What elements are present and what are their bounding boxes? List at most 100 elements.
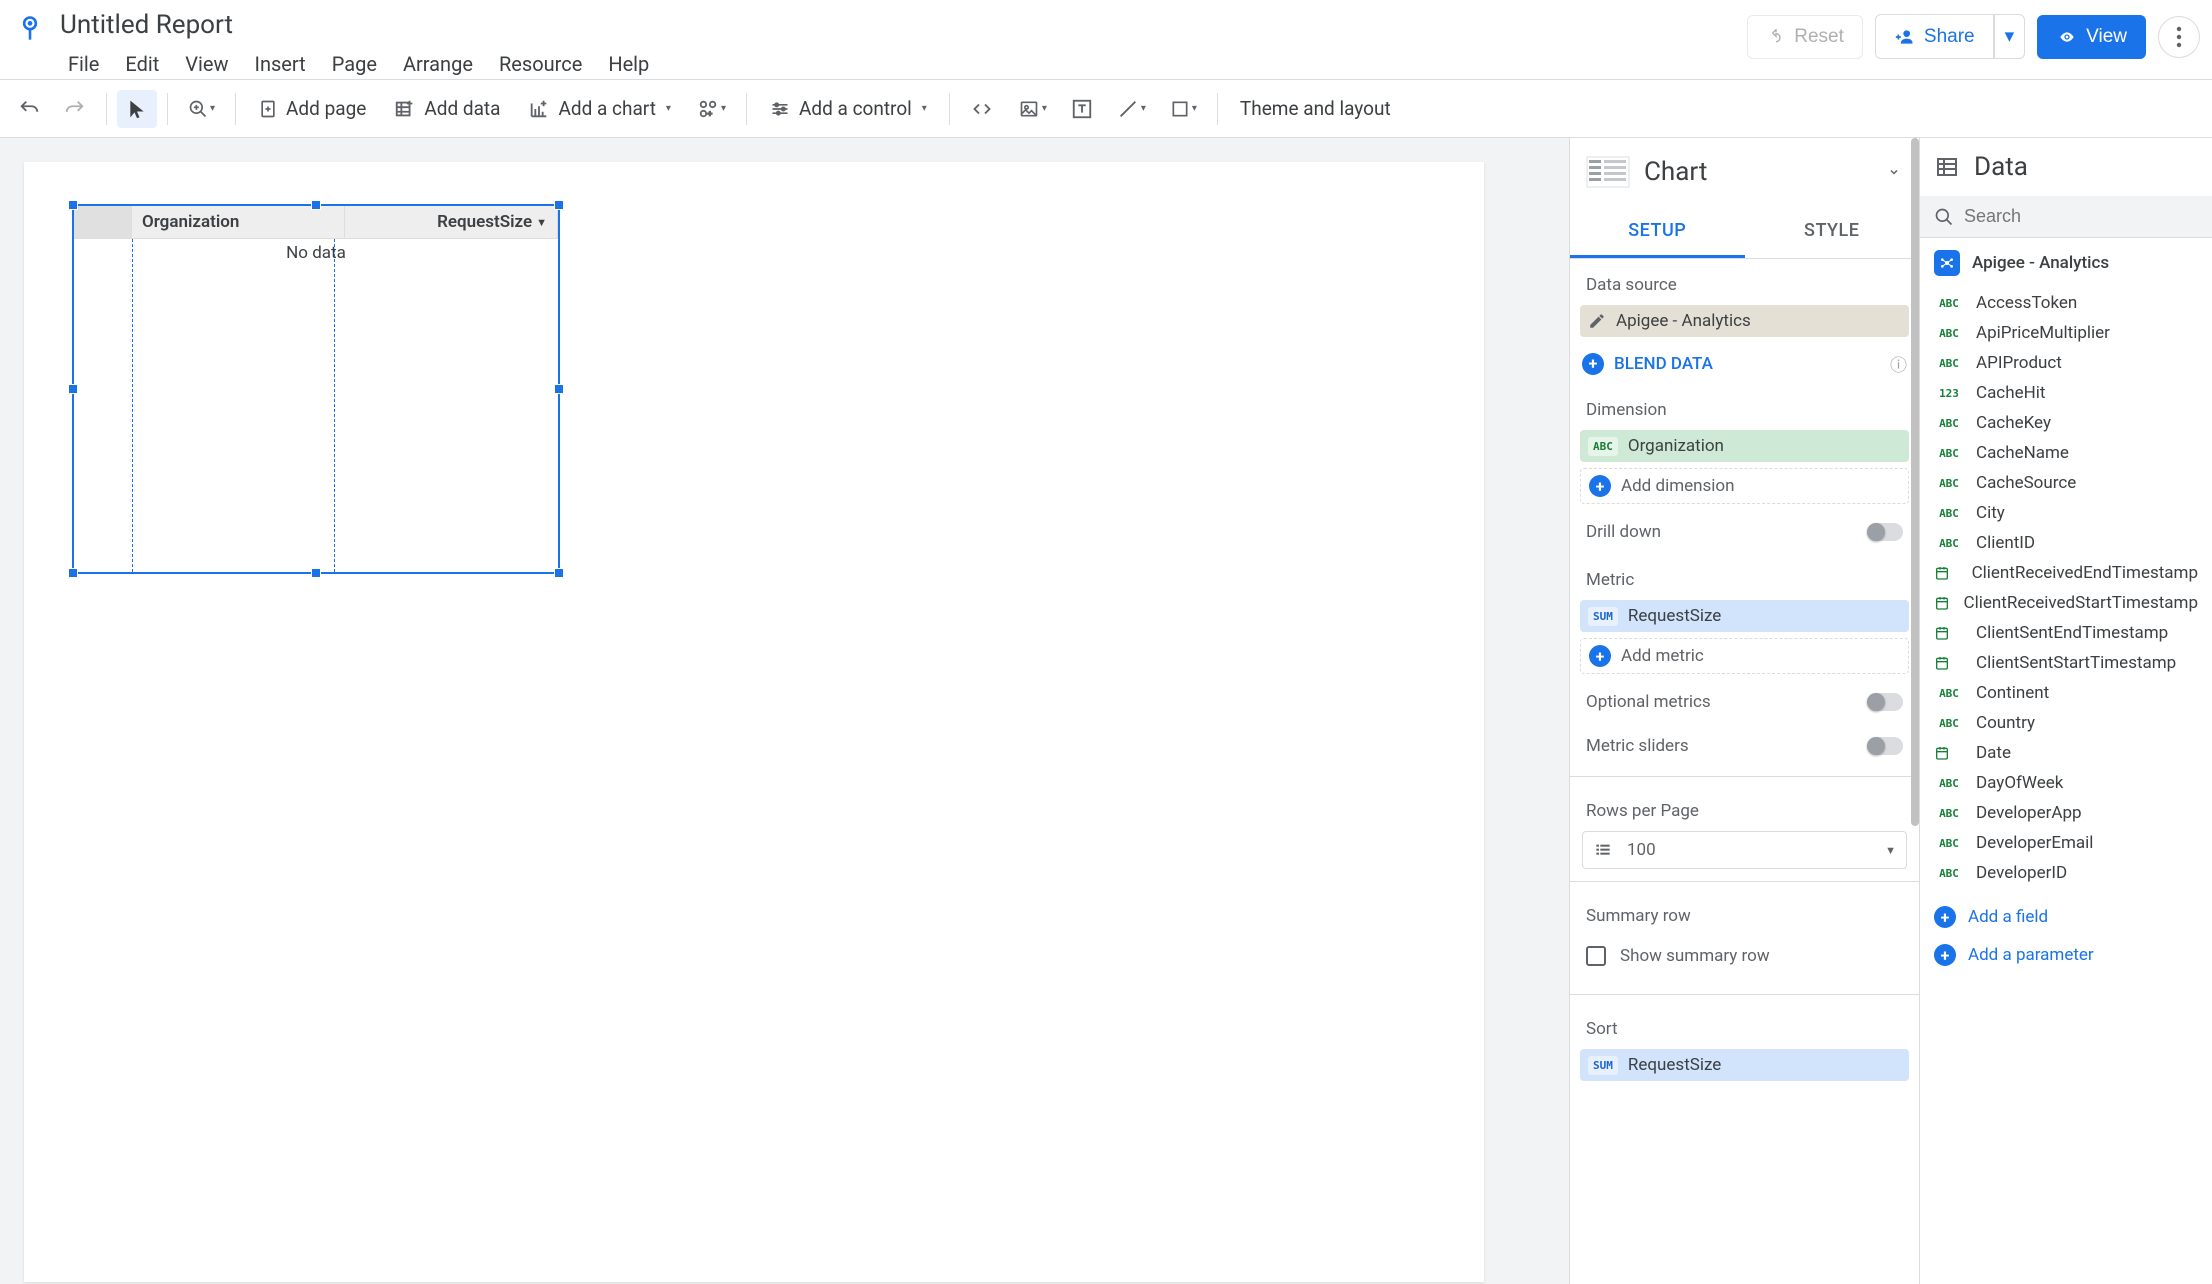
field-name: CacheName <box>1976 443 2069 463</box>
table-dimension-header[interactable]: Organization <box>132 206 345 239</box>
table-header: Organization RequestSize ▼ <box>74 206 558 239</box>
search-input[interactable] <box>1964 206 2198 227</box>
redo-button[interactable] <box>54 90 96 128</box>
optional-metrics-toggle[interactable] <box>1867 693 1903 711</box>
image-button[interactable]: ▾ <box>1008 91 1057 127</box>
field-row[interactable]: ClientReceivedEndTimestamp <box>1920 558 2212 588</box>
field-search[interactable] <box>1920 196 2212 238</box>
report-title[interactable]: Untitled Report <box>56 8 1747 42</box>
menu-view[interactable]: View <box>173 46 240 82</box>
field-row[interactable]: ABCCacheSource <box>1920 468 2212 498</box>
text-type-badge: ABC <box>1934 867 1964 880</box>
menu-help[interactable]: Help <box>596 46 661 82</box>
tab-setup[interactable]: SETUP <box>1570 206 1745 258</box>
resize-handle[interactable] <box>311 200 321 210</box>
more-options-button[interactable] <box>2158 16 2200 58</box>
field-row[interactable]: ABCContinent <box>1920 678 2212 708</box>
zoom-tool[interactable]: ▾ <box>178 91 225 127</box>
add-page-button[interactable]: Add page <box>246 89 378 129</box>
summary-row-label: Summary row <box>1570 890 1919 936</box>
field-row[interactable]: ABCAccessToken <box>1920 288 2212 318</box>
field-row[interactable]: ABCAPIProduct <box>1920 348 2212 378</box>
undo-arrow-icon <box>1766 29 1786 45</box>
add-dimension-button[interactable]: + Add dimension <box>1580 468 1909 504</box>
field-row[interactable]: ABCDeveloperApp <box>1920 798 2212 828</box>
shape-button[interactable]: ▾ <box>1160 91 1207 127</box>
blend-data-button[interactable]: + BLEND DATA ⓘ <box>1570 343 1919 384</box>
text-type-badge: ABC <box>1934 447 1964 460</box>
data-source-row[interactable]: Apigee - Analytics <box>1920 238 2212 288</box>
menu-insert[interactable]: Insert <box>243 46 318 82</box>
add-metric-button[interactable]: + Add metric <box>1580 638 1909 674</box>
text-button[interactable] <box>1061 90 1103 128</box>
text-type-badge: ABC <box>1934 327 1964 340</box>
field-name: ClientSentStartTimestamp <box>1976 653 2176 673</box>
menu-resource[interactable]: Resource <box>487 46 594 82</box>
selection-tool[interactable] <box>117 90 157 128</box>
reset-button[interactable]: Reset <box>1747 15 1863 59</box>
info-icon[interactable]: ⓘ <box>1890 351 1907 376</box>
tab-style[interactable]: STYLE <box>1745 206 1920 258</box>
data-source-chip[interactable]: Apigee - Analytics <box>1580 305 1909 337</box>
dimension-chip[interactable]: ABC Organization <box>1580 430 1909 462</box>
sort-desc-icon: ▼ <box>536 216 547 229</box>
resize-handle[interactable] <box>68 200 78 210</box>
theme-layout-button[interactable]: Theme and layout <box>1228 89 1403 128</box>
field-row[interactable]: Date <box>1920 738 2212 768</box>
field-row[interactable]: ABCClientID <box>1920 528 2212 558</box>
checkbox[interactable] <box>1586 946 1606 966</box>
table-metric-header[interactable]: RequestSize ▼ <box>345 206 558 239</box>
share-button[interactable]: Share <box>1875 14 1994 59</box>
embed-button[interactable] <box>960 92 1004 126</box>
add-chart-button[interactable]: Add a chart ▾ <box>516 89 682 128</box>
add-field-button[interactable]: + Add a field <box>1920 898 2212 936</box>
field-row[interactable]: ABC CacheName <box>1920 438 2212 468</box>
menu-file[interactable]: File <box>56 46 111 82</box>
field-row[interactable]: ABCCountry <box>1920 708 2212 738</box>
field-row[interactable]: ClientSentEndTimestamp <box>1920 618 2212 648</box>
field-row[interactable]: ABCDeveloperID <box>1920 858 2212 888</box>
sort-chip[interactable]: SUM RequestSize <box>1580 1049 1909 1081</box>
resize-handle[interactable] <box>554 200 564 210</box>
toolbar: ▾ Add page Add data Add a chart ▾ ▾ Add … <box>0 80 2212 138</box>
drill-down-toggle[interactable] <box>1867 523 1903 541</box>
metric-chip[interactable]: SUM RequestSize <box>1580 600 1909 632</box>
add-data-button[interactable]: Add data <box>382 89 512 128</box>
field-row[interactable]: ABCCity <box>1920 498 2212 528</box>
data-panel-title: Data <box>1974 152 2198 182</box>
menu-edit[interactable]: Edit <box>113 46 171 82</box>
field-name: Date <box>1976 743 2011 763</box>
chart-panel-header[interactable]: Chart <box>1570 138 1919 206</box>
canvas-area[interactable]: Organization RequestSize ▼ No data <box>0 138 1569 1284</box>
line-button[interactable]: ▾ <box>1107 90 1156 128</box>
field-row[interactable]: ABCDayOfWeek <box>1920 768 2212 798</box>
plus-circle-icon: + <box>1589 645 1611 667</box>
data-source-icon <box>1934 250 1960 276</box>
field-row[interactable]: ABCCacheKey <box>1920 408 2212 438</box>
chart-panel: Chart SETUP STYLE Data source Apigee - A… <box>1570 138 1920 1284</box>
selected-chart[interactable]: Organization RequestSize ▼ No data <box>72 204 560 574</box>
field-name: Country <box>1976 713 2035 733</box>
share-dropdown-button[interactable]: ▾ <box>1994 14 2026 59</box>
field-row[interactable]: ABCApiPriceMultiplier <box>1920 318 2212 348</box>
chevron-down-icon[interactable] <box>1885 166 1903 178</box>
field-row[interactable]: 123CacheHit <box>1920 378 2212 408</box>
add-control-button[interactable]: Add a control ▾ <box>757 89 939 128</box>
field-name: CacheKey <box>1976 413 2051 433</box>
chevron-down-icon: ▾ <box>2005 25 2015 48</box>
field-row[interactable]: ABCDeveloperEmail <box>1920 828 2212 858</box>
add-parameter-button[interactable]: + Add a parameter <box>1920 936 2212 974</box>
metric-sliders-toggle[interactable] <box>1867 737 1903 755</box>
undo-button[interactable] <box>8 90 50 128</box>
field-row[interactable]: ClientReceivedStartTimestamp <box>1920 588 2212 618</box>
scrollbar[interactable] <box>1911 138 1919 826</box>
calendar-icon <box>1934 565 1960 581</box>
rows-per-page-select[interactable]: 100 ▼ <box>1582 831 1907 869</box>
community-viz-button[interactable]: ▾ <box>687 90 736 128</box>
menu-arrange[interactable]: Arrange <box>391 46 485 82</box>
view-button[interactable]: View <box>2037 15 2146 59</box>
show-summary-row[interactable]: Show summary row <box>1570 936 1919 986</box>
menu-page[interactable]: Page <box>320 46 389 82</box>
canvas-page[interactable]: Organization RequestSize ▼ No data <box>24 162 1484 1282</box>
field-row[interactable]: ClientSentStartTimestamp <box>1920 648 2212 678</box>
